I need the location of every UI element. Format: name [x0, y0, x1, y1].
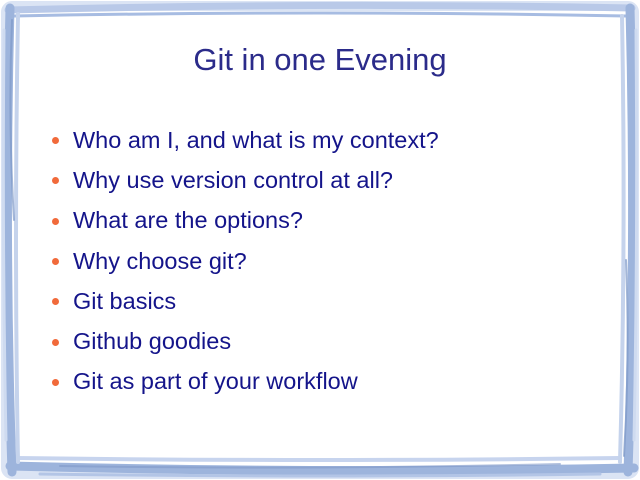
bullet-text: Git as part of your workflow	[73, 368, 358, 395]
bullet-item: Why choose git?	[52, 241, 439, 281]
bullet-dot-icon	[52, 378, 59, 386]
presentation-slide: Git in one Evening Who am I, and what is…	[0, 0, 640, 480]
bullet-item: Github goodies	[52, 321, 439, 361]
bullet-text: Git basics	[73, 287, 177, 314]
bullet-text: Why choose git?	[73, 247, 247, 274]
bullet-text: Github goodies	[73, 328, 232, 355]
bullet-dot-icon	[52, 338, 59, 346]
bullet-item: What are the options?	[52, 201, 439, 241]
bullet-text: Why use version control at all?	[73, 166, 394, 193]
bullet-list: Who am I, and what is my context? Why us…	[52, 120, 439, 402]
bullet-item: Who am I, and what is my context?	[52, 120, 439, 160]
bullet-text: Who am I, and what is my context?	[73, 126, 439, 153]
bullet-dot-icon	[52, 217, 59, 225]
bullet-item: Git basics	[52, 281, 439, 321]
bullet-dot-icon	[52, 137, 59, 145]
bullet-item: Git as part of your workflow	[52, 362, 439, 402]
bullet-dot-icon	[52, 298, 59, 306]
bullet-item: Why use version control at all?	[52, 160, 439, 200]
slide-title: Git in one Evening	[193, 42, 447, 77]
bullet-text: What are the options?	[73, 207, 303, 234]
bullet-dot-icon	[52, 177, 59, 185]
bullet-dot-icon	[52, 258, 59, 266]
